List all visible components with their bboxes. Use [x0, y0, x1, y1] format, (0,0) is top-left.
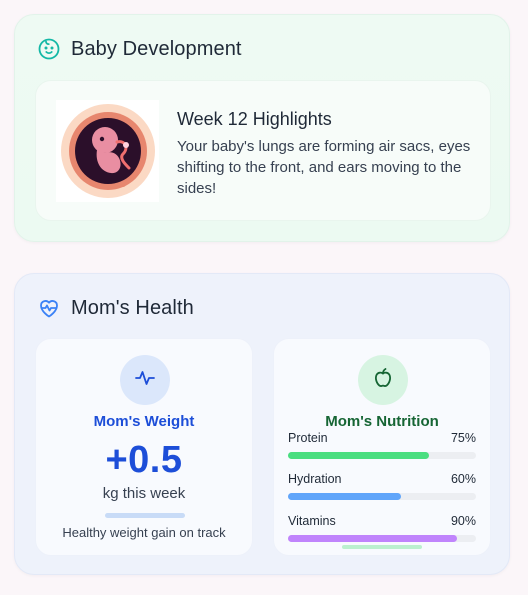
nutrition-divider: [342, 545, 422, 549]
nutrition-progress-track: [288, 452, 476, 459]
nutrition-percent: 60%: [450, 472, 476, 486]
weight-status-note: Healthy weight gain on track: [62, 525, 226, 540]
moms-weight-card: Mom's Weight +0.5 kg this week Healthy w…: [35, 338, 253, 556]
moms-nutrition-card: Mom's Nutrition Protein 75% Hydration 60…: [273, 338, 491, 556]
week-highlight-text: Your baby's lungs are forming air sacs, …: [177, 138, 471, 197]
baby-development-header: Baby Development: [37, 37, 242, 61]
activity-icon: [133, 366, 157, 395]
moms-health-title: Mom's Health: [71, 296, 194, 319]
heart-pulse-icon: [37, 296, 61, 320]
nutrition-progress-track: [288, 493, 476, 500]
moms-nutrition-title: Mom's Nutrition: [325, 413, 439, 430]
moms-weight-title: Mom's Weight: [93, 413, 195, 430]
nutrition-label: Hydration: [288, 472, 342, 486]
week-highlight-title: Week 12 Highlights: [177, 109, 332, 129]
nutrition-progress-fill: [288, 535, 458, 542]
nutrition-percent: 75%: [450, 431, 476, 445]
apple-icon-badge: [358, 355, 408, 405]
weight-change-unit: kg this week: [102, 485, 186, 502]
apple-icon: [371, 366, 395, 395]
moms-health-card: Mom's Health Mom's Weight +0.5 kg this w…: [14, 273, 510, 575]
week-highlight-panel: Week 12 Highlights Your baby's lungs are…: [35, 80, 491, 221]
fetus-illustration: [56, 100, 159, 202]
moms-health-header: Mom's Health: [37, 296, 194, 320]
weight-change-value: +0.5: [105, 439, 183, 481]
nutrition-progress-fill: [288, 452, 429, 459]
weight-divider: [105, 513, 185, 518]
baby-development-title: Baby Development: [71, 37, 242, 60]
baby-development-card: Baby Development Week 12 Highlights Your…: [14, 14, 510, 242]
nutrition-label: Vitamins: [288, 514, 336, 528]
nutrition-label: Protein: [288, 431, 328, 445]
activity-icon-badge: [120, 355, 170, 405]
nutrition-percent: 90%: [450, 514, 476, 528]
baby-face-icon: [37, 37, 61, 61]
nutrition-progress-track: [288, 535, 476, 542]
nutrition-progress-fill: [288, 493, 401, 500]
